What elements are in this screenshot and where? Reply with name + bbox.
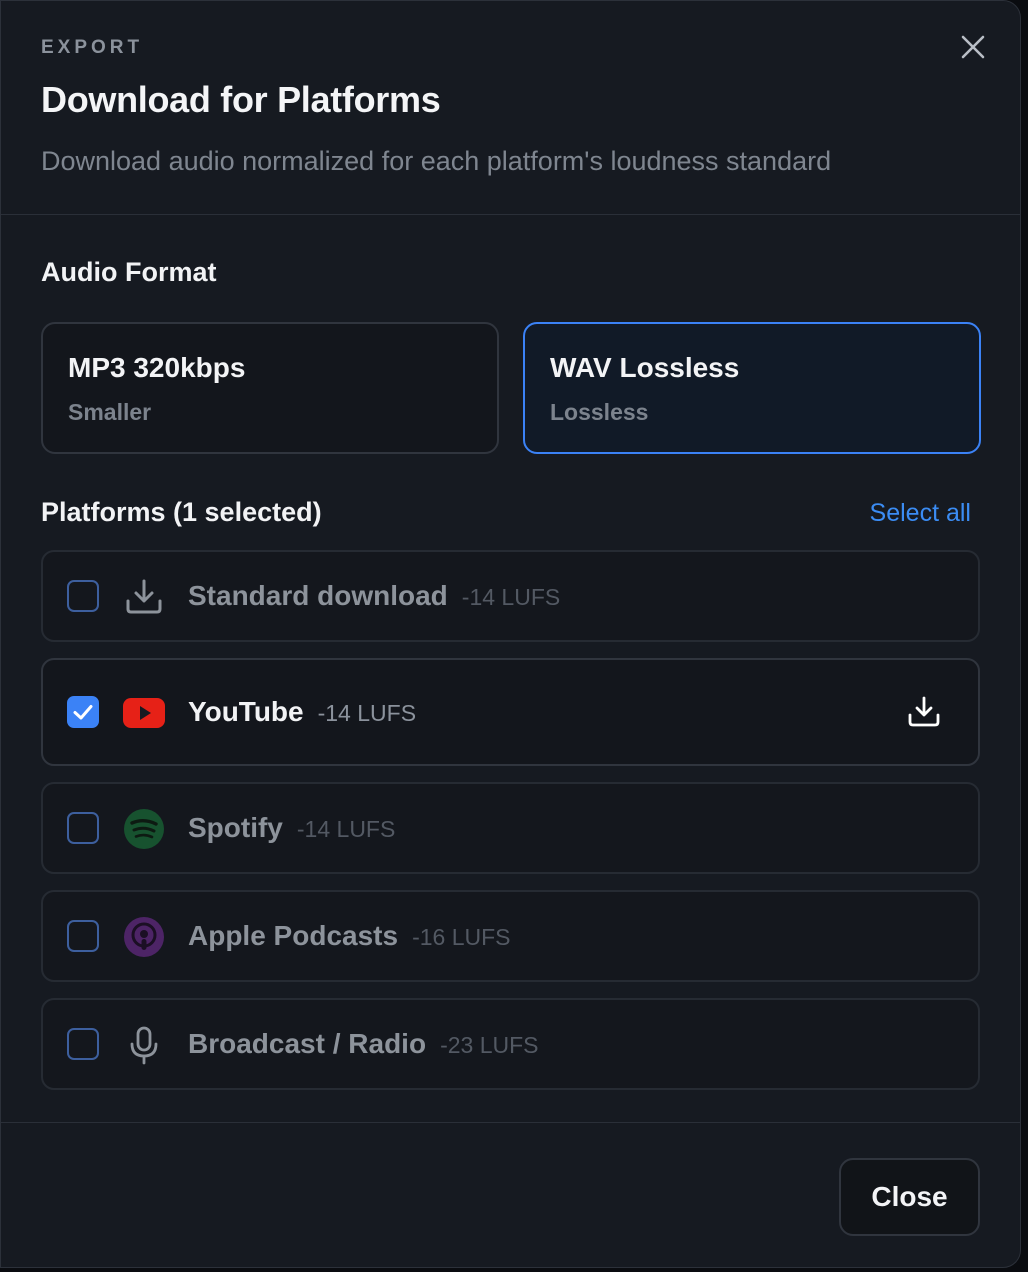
platform-name-wrap: Broadcast / Radio -23 LUFS xyxy=(188,1028,539,1060)
close-button[interactable]: Close xyxy=(839,1158,980,1236)
microphone-icon xyxy=(130,1026,158,1065)
format-desc: Lossless xyxy=(550,399,649,425)
format-option-mp3[interactable]: MP3 320kbps Smaller xyxy=(41,322,499,454)
platform-name: Standard download xyxy=(188,580,448,611)
spotify-icon xyxy=(124,809,164,849)
format-name: WAV Lossless xyxy=(550,352,740,383)
export-modal: EXPORT Download for Platforms Download a… xyxy=(0,0,1021,1268)
close-icon[interactable] xyxy=(958,32,988,62)
platform-lufs: -14 LUFS xyxy=(461,584,561,610)
platform-name: Spotify xyxy=(188,812,283,843)
download-icon[interactable] xyxy=(907,695,941,729)
select-all-link[interactable]: Select all xyxy=(870,499,971,528)
audio-format-label: Audio Format xyxy=(41,257,217,287)
format-desc: Smaller xyxy=(68,399,152,425)
platform-lufs: -23 LUFS xyxy=(440,1032,539,1058)
platforms-label: Platforms (1 selected) xyxy=(41,497,322,527)
youtube-icon xyxy=(123,698,165,728)
platform-row-youtube[interactable]: YouTube -14 LUFS xyxy=(41,658,980,766)
platform-row-spotify[interactable]: Spotify -14 LUFS xyxy=(41,782,980,874)
format-option-wav[interactable]: WAV Lossless Lossless xyxy=(523,322,981,454)
platform-lufs: -14 LUFS xyxy=(317,700,417,726)
platform-checkbox[interactable] xyxy=(67,1028,99,1060)
platform-name-wrap: Apple Podcasts -16 LUFS xyxy=(188,920,511,952)
platform-row-apple-podcasts[interactable]: Apple Podcasts -16 LUFS xyxy=(41,890,980,982)
platform-name: Broadcast / Radio xyxy=(188,1028,427,1059)
check-icon xyxy=(73,705,93,720)
platform-checkbox[interactable] xyxy=(67,812,99,844)
platform-name: Apple Podcasts xyxy=(188,920,399,951)
platform-name-wrap: Spotify -14 LUFS xyxy=(188,812,395,844)
platform-row-broadcast[interactable]: Broadcast / Radio -23 LUFS xyxy=(41,998,980,1090)
platform-name-wrap: Standard download -14 LUFS xyxy=(188,580,560,612)
format-name: MP3 320kbps xyxy=(68,352,246,383)
page-subtitle: Download audio normalized for each platf… xyxy=(41,146,832,176)
modal-footer: Close xyxy=(1,1122,1020,1267)
platform-lufs: -16 LUFS xyxy=(412,924,511,950)
platform-checkbox[interactable] xyxy=(67,580,99,612)
platform-row-standard[interactable]: Standard download -14 LUFS xyxy=(41,550,980,642)
platform-checkbox[interactable] xyxy=(67,920,99,952)
platform-lufs: -14 LUFS xyxy=(296,816,396,842)
modal-header: EXPORT Download for Platforms Download a… xyxy=(1,1,1020,215)
platform-name-wrap: YouTube -14 LUFS xyxy=(188,696,416,728)
page-title: Download for Platforms xyxy=(41,79,441,120)
eyebrow-label: EXPORT xyxy=(41,37,144,58)
platform-checkbox[interactable] xyxy=(67,696,99,728)
apple-podcasts-icon xyxy=(124,917,164,957)
platform-name: YouTube xyxy=(188,696,304,727)
download-icon xyxy=(126,579,162,614)
